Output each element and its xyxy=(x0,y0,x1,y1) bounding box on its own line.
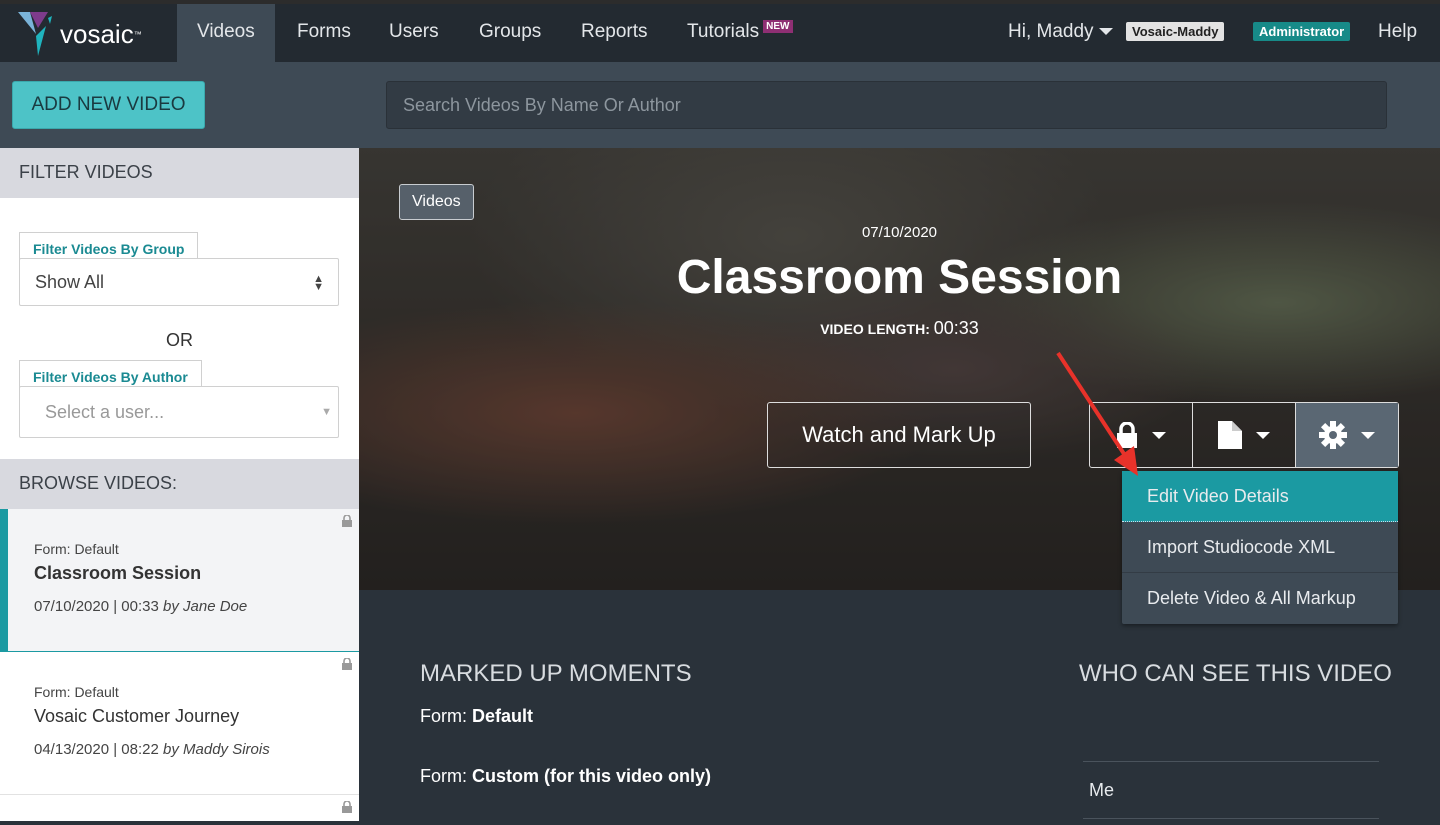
toolbar: ADD NEW VIDEO Search Videos By Name Or A… xyxy=(0,62,1440,148)
role-badge: Administrator xyxy=(1253,22,1351,41)
video-length-value: 00:33 xyxy=(933,318,979,338)
sidebar: FILTER VIDEOS Filter Videos By Group Sho… xyxy=(0,148,359,821)
video-length: VIDEO LENGTH: 00:33 xyxy=(359,318,1440,339)
menu-import-studiocode-xml[interactable]: Import Studiocode XML xyxy=(1122,522,1398,573)
annotation-arrow-icon xyxy=(1056,351,1138,476)
group-filter-value: Show All xyxy=(35,272,105,292)
video-length-label: VIDEO LENGTH: xyxy=(820,321,930,337)
filter-header: FILTER VIDEOS xyxy=(0,148,359,198)
video-title: Classroom Session xyxy=(676,251,1123,304)
video-author: by Maddy Sirois xyxy=(163,741,270,758)
top-nav: vosaic ™ Videos Forms Users Groups Report… xyxy=(0,0,1440,62)
viewer-me: Me xyxy=(1083,761,1379,819)
search-input[interactable]: Search Videos By Name Or Author xyxy=(386,81,1387,129)
video-title: Vosaic Customer Journey xyxy=(34,706,240,726)
vosaic-logo[interactable]: vosaic ™ xyxy=(18,12,142,56)
sort-arrows-icon: ▲ ▼ xyxy=(313,273,324,293)
caret-down-icon xyxy=(1361,431,1375,439)
caret-down-icon xyxy=(1152,431,1166,439)
file-icon xyxy=(1218,421,1242,449)
nav-reports[interactable]: Reports xyxy=(561,4,668,62)
caret-down-icon xyxy=(1256,431,1270,439)
greeting: Hi, Maddy xyxy=(1008,21,1094,42)
video-date: 07/10/2020 | 00:33 xyxy=(34,598,159,615)
lock-icon xyxy=(342,801,352,813)
video-list-item[interactable]: Form: Default Vosaic Customer Journey 04… xyxy=(0,652,359,795)
video-date: 04/13/2020 | 08:22 xyxy=(34,741,159,758)
settings-dropdown-menu: Edit Video Details Import Studiocode XML… xyxy=(1122,471,1398,624)
marked-up-moments-header: MARKED UP MOMENTS xyxy=(420,660,692,687)
nav-users[interactable]: Users xyxy=(369,4,459,62)
add-new-video-button[interactable]: ADD NEW VIDEO xyxy=(12,81,205,129)
author-filter-placeholder: Select a user... xyxy=(45,402,165,422)
group-filter-select[interactable]: Show All ▲ ▼ xyxy=(19,258,339,306)
form-default: Form: Default xyxy=(420,706,533,727)
file-dropdown-button[interactable] xyxy=(1193,403,1296,467)
nav-videos[interactable]: Videos xyxy=(177,4,275,62)
author-filter-select[interactable]: Select a user... ▼ xyxy=(19,386,339,438)
new-badge: NEW xyxy=(763,20,793,33)
user-menu[interactable]: Hi, Maddy xyxy=(1008,4,1113,62)
help-link[interactable]: Help xyxy=(1378,4,1417,62)
settings-dropdown-button[interactable] xyxy=(1296,403,1398,467)
caret-down-icon: ▼ xyxy=(321,406,332,418)
form-prefix: Form: xyxy=(420,766,467,786)
menu-delete-video[interactable]: Delete Video & All Markup xyxy=(1122,573,1398,624)
caret-down-icon xyxy=(1098,28,1113,36)
watch-and-mark-up-button[interactable]: Watch and Mark Up xyxy=(767,402,1031,468)
breadcrumb-videos[interactable]: Videos xyxy=(399,184,474,220)
or-divider: OR xyxy=(166,330,193,350)
video-date: 07/10/2020 xyxy=(861,224,938,241)
brand-name: vosaic xyxy=(60,18,134,49)
form-custom: Form: Custom (for this video only) xyxy=(420,766,711,787)
org-badge: Vosaic-Maddy xyxy=(1126,22,1225,41)
vosaic-logo-icon xyxy=(18,12,52,56)
video-details: MARKED UP MOMENTS Form: Default Form: Cu… xyxy=(359,590,1440,821)
nav-groups[interactable]: Groups xyxy=(459,4,561,62)
divider xyxy=(1083,818,1379,819)
form-name: Default xyxy=(472,706,534,726)
lock-icon xyxy=(342,515,352,527)
trademark: ™ xyxy=(133,29,142,39)
video-form: Form: Default xyxy=(34,684,119,700)
form-prefix: Form: xyxy=(420,706,467,726)
lock-icon xyxy=(342,658,352,670)
who-can-see-header: WHO CAN SEE THIS VIDEO xyxy=(1079,660,1392,687)
video-form: Form: Default xyxy=(34,541,119,557)
author-filter-label: Filter Videos By Author xyxy=(19,360,202,389)
video-list-item[interactable]: Form: Default Classroom Session 07/10/20… xyxy=(0,509,359,652)
nav-tutorials-label: Tutorials xyxy=(687,21,760,42)
nav-forms[interactable]: Forms xyxy=(277,4,371,62)
video-title: Classroom Session xyxy=(34,563,202,583)
video-author: by Jane Doe xyxy=(163,598,248,615)
gear-icon xyxy=(1319,421,1347,449)
form-name: Custom (for this video only) xyxy=(472,766,712,786)
nav-tutorials[interactable]: Tutorials NEW xyxy=(667,4,813,62)
menu-edit-video-details[interactable]: Edit Video Details xyxy=(1122,471,1398,522)
group-filter-label: Filter Videos By Group xyxy=(19,232,199,261)
browse-header: BROWSE VIDEOS: xyxy=(0,459,359,509)
